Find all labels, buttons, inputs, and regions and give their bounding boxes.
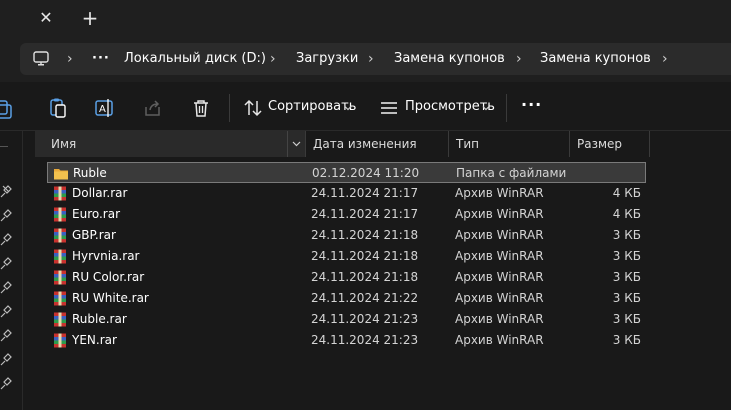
- pin-icon[interactable]: [0, 304, 12, 318]
- winrar-archive-icon: [54, 291, 66, 306]
- winrar-archive-icon: [54, 228, 66, 243]
- breadcrumb-local-disk[interactable]: Локальный диск (D:): [124, 43, 266, 75]
- pin-icon[interactable]: [0, 352, 12, 366]
- file-row[interactable]: Hyrvnia.rar 24.11.2024 21:18 Архив WinRA…: [47, 246, 646, 267]
- winrar-archive-icon: [54, 249, 66, 264]
- file-row[interactable]: RU White.rar 24.11.2024 21:22 Архив WinR…: [47, 288, 646, 309]
- pin-icon[interactable]: [0, 232, 12, 246]
- file-row[interactable]: YEN.rar 24.11.2024 21:23 Архив WinRAR 3 …: [47, 330, 646, 351]
- breadcrumb-coupons-2[interactable]: Замена купонов: [540, 43, 651, 75]
- navigation-pane[interactable]: [0, 131, 23, 410]
- file-row[interactable]: GBP.rar 24.11.2024 21:18 Архив WinRAR 3 …: [47, 225, 646, 246]
- column-separator[interactable]: [649, 131, 650, 157]
- view-icon[interactable]: [379, 97, 401, 119]
- column-header-size[interactable]: Размер: [569, 131, 649, 157]
- breadcrumb-separator[interactable]: ›: [270, 43, 276, 75]
- breadcrumb-separator[interactable]: ›: [516, 43, 522, 75]
- chevron-down-icon[interactable]: [344, 104, 352, 112]
- tab-close-icon[interactable]: ✕: [36, 8, 56, 28]
- pin-icon[interactable]: [0, 376, 12, 390]
- breadcrumb-downloads[interactable]: Загрузки: [296, 43, 358, 75]
- column-header-name[interactable]: Имя: [35, 131, 305, 157]
- title-bar: ✕ +: [0, 0, 731, 38]
- file-row[interactable]: Dollar.rar 24.11.2024 21:17 Архив WinRAR…: [47, 183, 646, 204]
- address-bar[interactable]: › ··· Локальный диск (D:) › Загрузки › З…: [20, 43, 731, 75]
- svg-text:A: A: [99, 104, 106, 115]
- file-row[interactable]: Euro.rar 24.11.2024 21:17 Архив WinRAR 4…: [47, 204, 646, 225]
- breadcrumb-separator[interactable]: ›: [368, 43, 374, 75]
- share-icon[interactable]: [142, 97, 164, 119]
- nav-divider: [0, 146, 8, 147]
- breadcrumb-coupons-1[interactable]: Замена купонов: [394, 43, 505, 75]
- toolbar-divider: [229, 94, 230, 122]
- pin-icon[interactable]: [0, 280, 12, 294]
- winrar-archive-icon: [54, 186, 66, 201]
- pin-icon[interactable]: [0, 184, 12, 198]
- pin-icon[interactable]: [0, 208, 12, 222]
- file-row[interactable]: Ruble.rar 24.11.2024 21:23 Архив WinRAR …: [47, 309, 646, 330]
- winrar-archive-icon: [54, 207, 66, 222]
- delete-icon[interactable]: [190, 97, 212, 119]
- new-tab-icon[interactable]: +: [80, 7, 100, 29]
- toolbar-divider: [506, 94, 507, 122]
- column-header: Имя Дата изменения Тип Размер: [35, 131, 651, 158]
- chevron-down-icon[interactable]: [482, 104, 490, 112]
- sort-icon[interactable]: [242, 97, 264, 119]
- copy-icon[interactable]: [0, 97, 16, 119]
- breadcrumb-overflow-button[interactable]: ···: [92, 43, 110, 75]
- column-header-date[interactable]: Дата изменения: [305, 131, 448, 157]
- breadcrumb-separator[interactable]: ›: [67, 43, 73, 75]
- rename-icon[interactable]: A: [94, 97, 116, 119]
- winrar-archive-icon: [54, 333, 66, 348]
- column-header-type[interactable]: Тип: [448, 131, 569, 157]
- column-dropdown[interactable]: [287, 131, 306, 157]
- file-row[interactable]: RU Color.rar 24.11.2024 21:18 Архив WinR…: [47, 267, 646, 288]
- pin-icon[interactable]: [0, 328, 12, 342]
- winrar-archive-icon: [54, 312, 66, 327]
- this-pc-icon[interactable]: [32, 51, 50, 67]
- more-options-button[interactable]: ···: [521, 95, 542, 114]
- winrar-archive-icon: [54, 270, 66, 285]
- file-row-folder[interactable]: Ruble 02.12.2024 11:20 Папка с файлами: [47, 162, 646, 183]
- pin-icon[interactable]: [0, 256, 12, 270]
- paste-icon[interactable]: [47, 97, 69, 119]
- breadcrumb-separator[interactable]: ›: [662, 43, 668, 75]
- chevron-down-icon: [292, 141, 301, 147]
- command-bar: A Сортировать Просмотреть ···: [0, 86, 731, 131]
- folder-icon: [54, 169, 68, 180]
